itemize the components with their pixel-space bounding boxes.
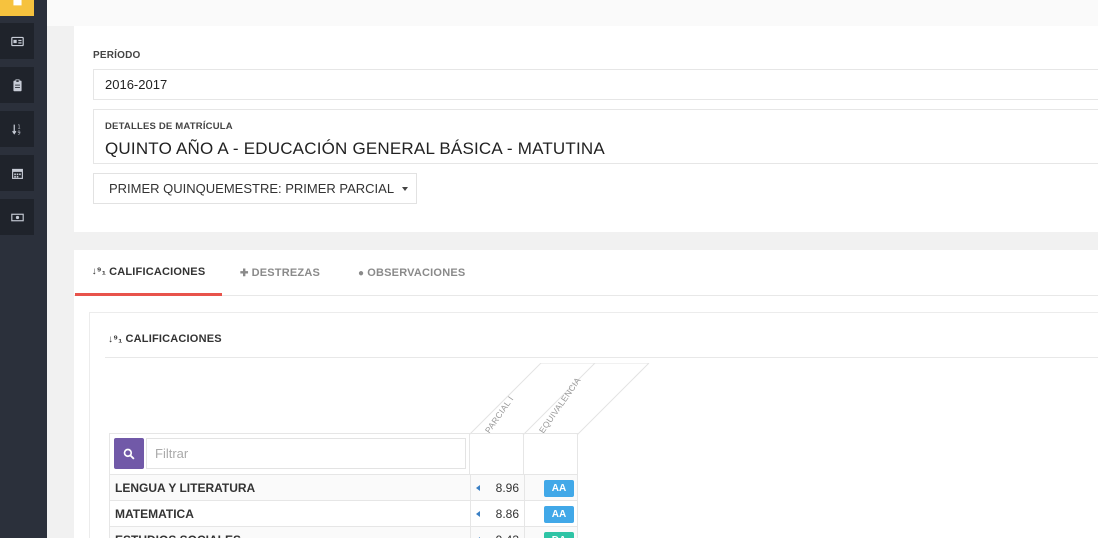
sort-numeric-icon: ↓⁹₁ — [108, 333, 123, 345]
equivalence-badge: AA — [544, 506, 574, 523]
tab-calificaciones[interactable]: ↓⁹₁ CALIFICACIONES — [75, 250, 222, 296]
clipboard-icon — [12, 78, 22, 91]
col-divider — [469, 434, 470, 475]
grades-panel: ↓⁹₁ CALIFICACIONES ✚ DESTREZAS ● OBSERVA… — [74, 250, 1098, 538]
calendar-icon — [11, 168, 23, 179]
enrollment-panel: PERÍODO 2016-2017 DETALLES DE MATRÍCULA … — [74, 26, 1098, 232]
search-icon — [123, 448, 135, 460]
grade-cell[interactable]: 9.43 — [470, 527, 524, 538]
tab-observaciones[interactable]: ● OBSERVACIONES — [358, 250, 465, 296]
tab-label: OBSERVACIONES — [367, 267, 466, 279]
sidebar-item-payments[interactable] — [0, 199, 34, 235]
divider — [105, 357, 1098, 358]
detalles-value: QUINTO AÑO A - EDUCACIÓN GENERAL BÁSICA … — [105, 139, 605, 158]
tab-bar: ↓⁹₁ CALIFICACIONES ✚ DESTREZAS ● OBSERVA… — [74, 250, 1098, 296]
sidebar-item-id-card[interactable] — [0, 23, 34, 59]
tab-label: DESTREZAS — [251, 267, 321, 279]
caret-left-icon — [476, 511, 480, 517]
section-title-text: CALIFICACIONES — [125, 333, 222, 345]
detalles-matricula-box: DETALLES DE MATRÍCULA QUINTO AÑO A - EDU… — [93, 109, 1098, 164]
table-row: ESTUDIOS SOCIALES 9.43 DA — [109, 527, 578, 538]
caret-left-icon — [476, 485, 480, 491]
puzzle-icon: ✚ — [240, 267, 249, 279]
tab-label: CALIFICACIONES — [109, 265, 206, 278]
filter-row — [109, 433, 578, 475]
equivalence-cell: AA — [524, 501, 578, 527]
table-row: LENGUA Y LITERATURA 8.96 AA — [109, 475, 578, 501]
equivalence-badge: AA — [544, 480, 574, 497]
sort-numeric-icon: ↓⁹₁ — [91, 266, 107, 277]
detalles-label: DETALLES DE MATRÍCULA — [105, 121, 233, 132]
search-button[interactable] — [114, 438, 144, 469]
term-dropdown[interactable]: PRIMER QUINQUEMESTRE: PRIMER PARCIAL — [93, 173, 417, 204]
grade-value: 8.86 — [495, 507, 519, 521]
equivalence-badge: DA — [544, 532, 574, 538]
col-divider — [577, 434, 578, 475]
filter-input[interactable] — [146, 438, 466, 469]
equivalence-cell: DA — [524, 527, 578, 538]
periodo-label: PERÍODO — [93, 50, 141, 61]
sidebar-item-grades[interactable]: 19 — [0, 111, 34, 147]
top-strip — [47, 0, 1098, 26]
grade-value: 9.43 — [496, 527, 519, 538]
id-card-icon — [10, 36, 24, 46]
home-icon — [12, 0, 22, 5]
grade-cell[interactable]: 8.96 — [470, 475, 524, 501]
table-row: MATEMATICA 8.86 AA — [109, 501, 578, 527]
periodo-field: 2016-2017 — [93, 69, 1098, 100]
comments-icon: ● — [358, 267, 365, 279]
section-title: ↓⁹₁ CALIFICACIONES — [108, 333, 222, 345]
subject-name: LENGUA Y LITERATURA — [115, 481, 256, 495]
grade-cell[interactable]: 8.86 — [470, 501, 524, 527]
svg-text:9: 9 — [17, 130, 20, 136]
sidebar: 19 — [0, 0, 47, 538]
caret-down-icon — [402, 186, 409, 191]
col-divider — [523, 434, 524, 475]
calificaciones-section: ↓⁹₁ CALIFICACIONES PARCIAL I EQUIVALENCI… — [89, 312, 1098, 538]
subject-name: ESTUDIOS SOCIALES — [115, 527, 241, 538]
sort-numeric-icon: 19 — [11, 124, 20, 136]
equivalence-cell: AA — [524, 475, 578, 501]
subject-name: MATEMATICA — [115, 507, 194, 521]
sidebar-item-clipboard[interactable] — [0, 67, 34, 103]
sidebar-item-home[interactable] — [0, 0, 34, 16]
periodo-value: 2016-2017 — [105, 77, 168, 92]
grade-value: 8.96 — [495, 481, 519, 495]
term-dropdown-label: PRIMER QUINQUEMESTRE: PRIMER PARCIAL — [109, 181, 395, 196]
tab-destrezas[interactable]: ✚ DESTREZAS — [240, 250, 320, 296]
money-icon — [10, 213, 24, 221]
sidebar-item-calendar[interactable] — [0, 155, 34, 191]
